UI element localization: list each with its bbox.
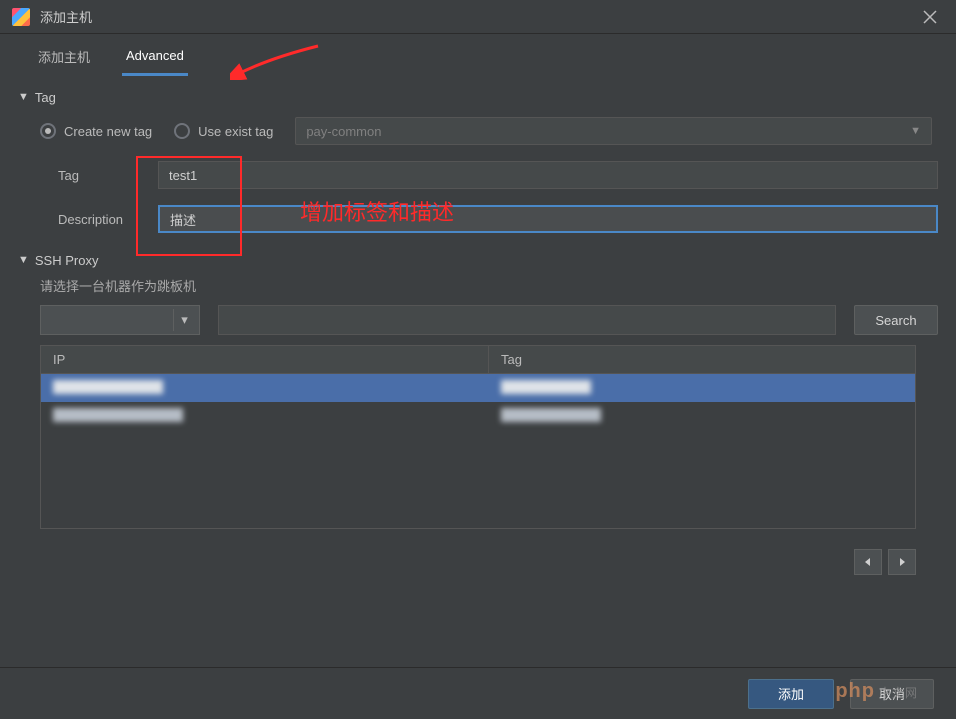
tab-advanced[interactable]: Advanced	[122, 42, 188, 76]
close-icon	[923, 10, 937, 24]
page-prev-button[interactable]	[854, 549, 882, 575]
chevron-down-icon: ▼	[910, 125, 921, 137]
radio-create-new-tag[interactable]: Create new tag	[40, 123, 152, 139]
description-field-label: Description	[58, 212, 158, 227]
redacted-tag	[501, 408, 601, 422]
section-ssh-header[interactable]: ▼ SSH Proxy	[18, 249, 938, 272]
section-ssh-label: SSH Proxy	[35, 253, 99, 268]
radio-create-label: Create new tag	[64, 124, 152, 139]
ssh-search-input[interactable]	[218, 305, 836, 335]
section-tag-label: Tag	[35, 90, 56, 105]
chevron-down-icon: ▼	[18, 254, 29, 266]
table-empty-area	[41, 430, 915, 528]
tab-add-host[interactable]: 添加主机	[34, 41, 94, 76]
ssh-filter-combo[interactable]: ▾	[40, 305, 200, 335]
exist-tag-select: pay-common ▼	[295, 117, 932, 145]
exist-tag-value: pay-common	[306, 124, 381, 139]
table-row[interactable]	[41, 374, 915, 402]
tab-bar: 添加主机 Advanced	[0, 34, 956, 76]
redacted-ip	[53, 380, 163, 394]
search-button[interactable]: Search	[854, 305, 938, 335]
redacted-ip	[53, 408, 183, 422]
tag-field-label: Tag	[58, 168, 158, 183]
cancel-button[interactable]: 取消	[850, 679, 934, 709]
radio-use-exist-tag[interactable]: Use exist tag	[174, 123, 273, 139]
ssh-hint-text: 请选择一台机器作为跳板机	[18, 272, 938, 305]
triangle-left-icon	[863, 557, 873, 567]
radio-exist-label: Use exist tag	[198, 124, 273, 139]
description-input[interactable]	[158, 205, 938, 233]
radio-dot-icon	[174, 123, 190, 139]
redacted-tag	[501, 380, 591, 394]
ssh-hosts-table: IP Tag	[40, 345, 916, 529]
close-button[interactable]	[916, 3, 944, 31]
section-tag-header[interactable]: ▼ Tag	[18, 86, 938, 109]
chevron-down-icon: ▼	[18, 91, 29, 103]
radio-dot-icon	[40, 123, 56, 139]
app-icon	[12, 8, 30, 26]
tag-input[interactable]	[158, 161, 938, 189]
page-next-button[interactable]	[888, 549, 916, 575]
triangle-right-icon	[897, 557, 907, 567]
ok-button[interactable]: 添加	[748, 679, 834, 709]
chevron-down-icon: ▾	[173, 309, 195, 331]
column-header-tag[interactable]: Tag	[489, 352, 915, 367]
table-row[interactable]	[41, 402, 915, 430]
column-header-ip[interactable]: IP	[41, 346, 489, 373]
window-title: 添加主机	[40, 7, 92, 26]
